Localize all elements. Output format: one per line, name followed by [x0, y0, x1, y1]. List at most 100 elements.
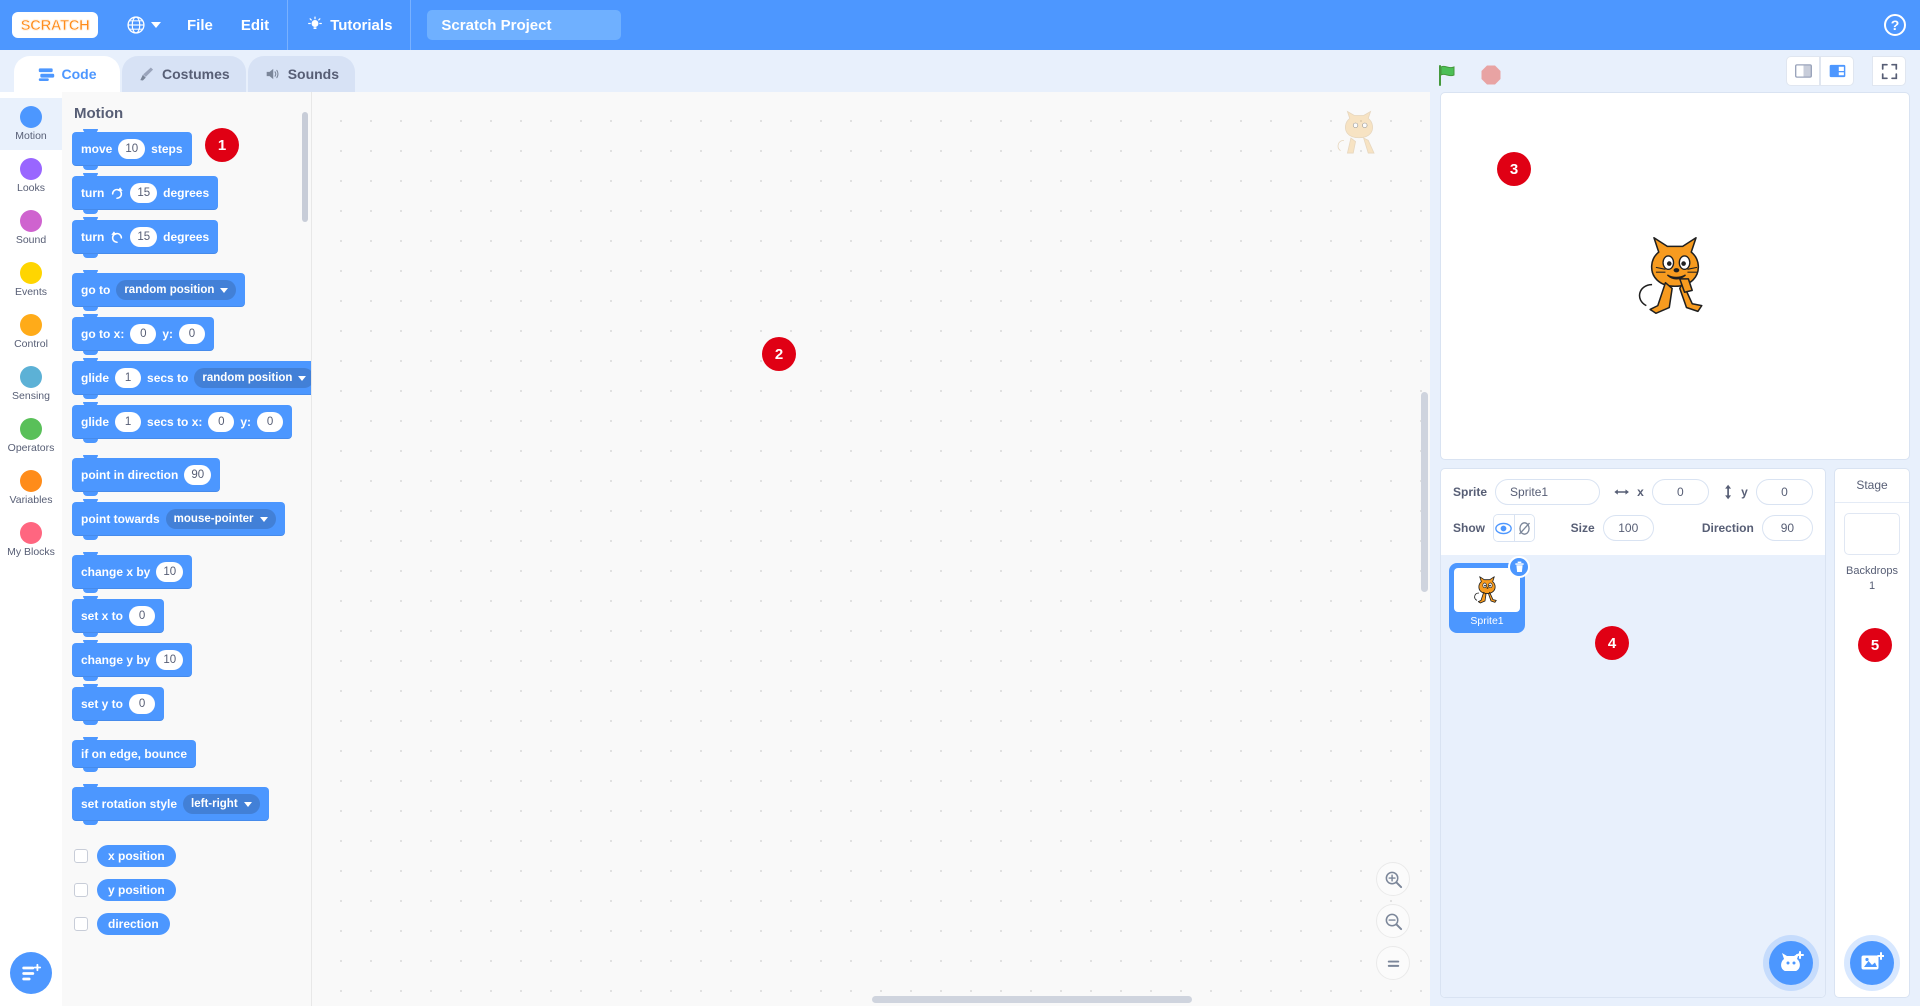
- block-point-in-direction[interactable]: point in direction 90: [72, 455, 221, 496]
- sprite-x-input[interactable]: 0: [1651, 479, 1709, 505]
- fullscreen-icon: [1881, 63, 1897, 79]
- stage-selector-panel[interactable]: Stage Backdrops 1: [1834, 468, 1910, 998]
- category-operators[interactable]: Operators: [0, 410, 62, 462]
- block-move-steps[interactable]: move 10 steps: [72, 129, 192, 170]
- block-go-to-xy[interactable]: go to x: 0 y: 0: [72, 314, 214, 355]
- sprite-direction-input[interactable]: 90: [1761, 515, 1813, 541]
- scratch-logo-text: SCRATCH: [20, 16, 90, 34]
- add-backdrop-image-icon: [1861, 952, 1884, 970]
- block-label: change y by: [81, 653, 151, 667]
- category-sensing[interactable]: Sensing: [0, 358, 62, 410]
- category-events[interactable]: Events: [0, 254, 62, 306]
- turn-left-degrees-input[interactable]: 15: [130, 227, 158, 247]
- category-looks[interactable]: Looks: [0, 150, 62, 202]
- block-change-x-by[interactable]: change x by 10: [72, 552, 193, 593]
- workspace-vertical-scrollbar[interactable]: [1421, 392, 1428, 592]
- scratch-logo[interactable]: SCRATCH: [12, 12, 98, 38]
- block-set-x-to[interactable]: set x to 0: [72, 596, 165, 637]
- y-position-checkbox[interactable]: [74, 883, 88, 897]
- chevron-down-icon: [220, 287, 229, 293]
- move-steps-input[interactable]: 10: [118, 139, 146, 159]
- rotation-style-dropdown[interactable]: left-right: [183, 794, 260, 814]
- category-control[interactable]: Control: [0, 306, 62, 358]
- set-y-input[interactable]: 0: [129, 694, 156, 714]
- turn-right-degrees-input[interactable]: 15: [130, 183, 158, 203]
- block-set-rotation-style[interactable]: set rotation style left-right: [72, 784, 269, 825]
- block-set-y-to[interactable]: set y to 0: [72, 684, 165, 725]
- block-point-towards[interactable]: point towards mouse-pointer: [72, 499, 285, 540]
- direction-checkbox[interactable]: [74, 917, 88, 931]
- block-if-on-edge-bounce[interactable]: if on edge, bounce: [72, 737, 197, 772]
- menu-item-file[interactable]: File: [173, 0, 227, 50]
- tab-costumes[interactable]: Costumes: [122, 56, 246, 92]
- glide-y-input[interactable]: 0: [257, 412, 284, 432]
- delete-sprite-button[interactable]: [1508, 556, 1530, 578]
- glide-to-dropdown[interactable]: random position: [194, 368, 311, 388]
- glide-x-input[interactable]: 0: [208, 412, 235, 432]
- chevron-down-icon: [259, 516, 268, 522]
- block-turn-right[interactable]: turn 15 degrees: [72, 173, 219, 214]
- set-x-input[interactable]: 0: [129, 606, 156, 626]
- show-hidden-button[interactable]: [1513, 515, 1534, 541]
- go-to-dropdown[interactable]: random position: [116, 280, 237, 300]
- block-glide-to[interactable]: glide 1 secs to random position: [72, 358, 311, 399]
- menu-item-tutorials[interactable]: Tutorials: [292, 0, 406, 50]
- sprite-size-input[interactable]: 100: [1602, 515, 1654, 541]
- sprite-info-row-2: Show Size 100 Direction 90: [1453, 514, 1813, 542]
- sprite-name-input[interactable]: Sprite1: [1495, 479, 1600, 505]
- small-stage-icon: [1794, 64, 1812, 78]
- code-workspace[interactable]: [312, 92, 1430, 1006]
- tab-sounds[interactable]: Sounds: [247, 56, 356, 92]
- add-extension-button[interactable]: [10, 952, 52, 994]
- sprite-panel: Sprite Sprite1 x 0 y 0 Show Size 100 Dir…: [1440, 468, 1826, 998]
- block-turn-left[interactable]: turn 15 degrees: [72, 217, 219, 258]
- language-selector[interactable]: [114, 15, 173, 35]
- project-name-input[interactable]: Scratch Project: [427, 10, 622, 40]
- change-y-input[interactable]: 10: [156, 650, 184, 670]
- green-flag-icon[interactable]: [1435, 62, 1461, 88]
- show-visible-button[interactable]: [1494, 515, 1514, 541]
- rotation-style-dropdown-value: left-right: [191, 798, 238, 810]
- reporter-y-position[interactable]: y position: [72, 879, 311, 901]
- palette-scrollbar[interactable]: [302, 112, 308, 222]
- block-glide-to-xy[interactable]: glide 1 secs to x: 0 y: 0: [72, 402, 293, 443]
- block-change-y-by[interactable]: change y by 10: [72, 640, 193, 681]
- point-direction-input[interactable]: 90: [184, 465, 212, 485]
- block-palette[interactable]: Motion move 10 steps turn 15 degrees tur…: [62, 92, 312, 1006]
- change-x-input[interactable]: 10: [156, 562, 184, 582]
- small-stage-button[interactable]: [1786, 56, 1820, 86]
- zoom-out-button[interactable]: [1376, 904, 1410, 938]
- stage-area[interactable]: [1440, 92, 1910, 460]
- stop-sign-icon[interactable]: [1479, 63, 1503, 87]
- reporter-direction[interactable]: direction: [72, 913, 311, 935]
- zoom-reset-button[interactable]: [1376, 946, 1410, 980]
- category-variables[interactable]: Variables: [0, 462, 62, 514]
- workspace-horizontal-scrollbar[interactable]: [872, 996, 1192, 1003]
- eye-icon: [1495, 522, 1513, 534]
- category-sound[interactable]: Sound: [0, 202, 62, 254]
- menu-item-edit[interactable]: Edit: [227, 0, 283, 50]
- point-towards-dropdown[interactable]: mouse-pointer: [165, 509, 276, 529]
- direction-reporter[interactable]: direction: [97, 913, 170, 935]
- sprite-card-sprite1[interactable]: Sprite1: [1451, 556, 1530, 631]
- add-sprite-button[interactable]: [1769, 941, 1813, 985]
- zoom-in-button[interactable]: [1376, 862, 1410, 896]
- sprite-y-input[interactable]: 0: [1755, 479, 1813, 505]
- block-go-to[interactable]: go to random position: [72, 270, 246, 311]
- go-to-y-input[interactable]: 0: [179, 324, 205, 344]
- category-motion[interactable]: Motion: [0, 98, 62, 150]
- x-position-reporter[interactable]: x position: [97, 845, 176, 867]
- category-my-blocks[interactable]: My Blocks: [0, 514, 62, 566]
- tab-code[interactable]: Code: [14, 56, 120, 92]
- large-stage-button[interactable]: [1820, 56, 1854, 86]
- glide-secs-input[interactable]: 1: [115, 368, 142, 388]
- x-position-checkbox[interactable]: [74, 849, 88, 863]
- go-to-x-input[interactable]: 0: [130, 324, 157, 344]
- help-button[interactable]: ?: [1884, 14, 1906, 36]
- stage-sprite-cat-icon[interactable]: [1627, 233, 1723, 319]
- reporter-x-position[interactable]: x position: [72, 845, 311, 867]
- add-backdrop-button[interactable]: [1850, 941, 1894, 985]
- y-position-reporter[interactable]: y position: [97, 879, 176, 901]
- fullscreen-stage-button[interactable]: [1872, 56, 1906, 86]
- glide-xy-secs-input[interactable]: 1: [115, 412, 142, 432]
